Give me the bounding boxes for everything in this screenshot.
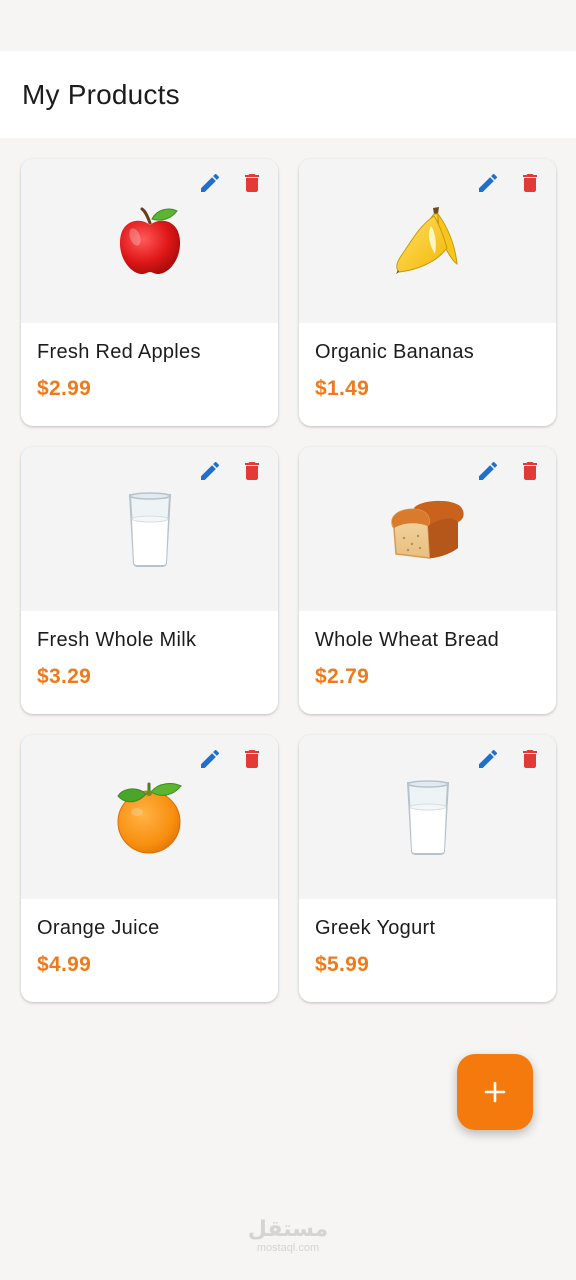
trash-icon: [245, 462, 259, 480]
pencil-icon: [479, 461, 498, 480]
edit-button[interactable]: [196, 169, 224, 197]
add-product-button[interactable]: [457, 1054, 533, 1130]
orange-icon: [116, 782, 182, 854]
card-actions: [474, 457, 544, 485]
trash-icon: [523, 750, 537, 768]
edit-button[interactable]: [474, 169, 502, 197]
trash-icon: [523, 174, 537, 192]
card-actions: [196, 169, 266, 197]
product-name: Orange Juice: [37, 917, 160, 939]
trash-icon: [245, 750, 259, 768]
product-card[interactable]: Whole Wheat Bread $2.79: [299, 447, 556, 714]
product-card[interactable]: Fresh Whole Milk $3.29: [21, 447, 278, 714]
delete-button[interactable]: [238, 457, 266, 485]
product-price: $5.99: [315, 953, 370, 976]
pencil-icon: [201, 749, 220, 768]
card-actions: [196, 457, 266, 485]
product-name: Greek Yogurt: [315, 917, 436, 939]
edit-button[interactable]: [196, 457, 224, 485]
card-body: Greek Yogurt $5.99: [299, 899, 556, 977]
product-image: [21, 447, 278, 611]
product-name: Fresh Whole Milk: [37, 629, 197, 651]
product-image: [299, 159, 556, 323]
app-bar: My Products: [0, 51, 576, 138]
pencil-icon: [479, 173, 498, 192]
card-body: Fresh Red Apples $2.99: [21, 323, 278, 401]
product-image: [299, 735, 556, 899]
bread-icon: [390, 500, 464, 559]
product-name: Organic Bananas: [315, 341, 475, 363]
product-price: $3.29: [37, 665, 92, 688]
trash-icon: [523, 462, 537, 480]
delete-button[interactable]: [516, 169, 544, 197]
edit-button[interactable]: [474, 457, 502, 485]
product-image: [299, 447, 556, 611]
card-actions: [196, 745, 266, 773]
product-price: $4.99: [37, 953, 92, 976]
milk-glass-icon: [406, 780, 449, 855]
product-image: [21, 735, 278, 899]
product-card[interactable]: Greek Yogurt $5.99: [299, 735, 556, 1002]
delete-button[interactable]: [238, 169, 266, 197]
product-name: Fresh Red Apples: [37, 341, 201, 363]
delete-button[interactable]: [516, 745, 544, 773]
trash-icon: [245, 174, 259, 192]
product-price: $2.99: [37, 377, 92, 400]
product-price: $2.79: [315, 665, 370, 688]
product-card[interactable]: Orange Juice $4.99: [21, 735, 278, 1002]
milk-glass-icon: [128, 492, 171, 567]
watermark: مستقل mostaql.com: [0, 1217, 576, 1255]
card-body: Organic Bananas $1.49: [299, 323, 556, 401]
apple-icon: [119, 207, 180, 275]
plus-icon: [484, 1081, 506, 1103]
delete-button[interactable]: [516, 457, 544, 485]
card-actions: [474, 745, 544, 773]
product-image: [21, 159, 278, 323]
watermark-arabic: مستقل: [247, 1217, 329, 1242]
card-body: Fresh Whole Milk $3.29: [21, 611, 278, 689]
banana-icon: [395, 207, 458, 274]
watermark-latin: mostaql.com: [256, 1242, 320, 1254]
product-name: Whole Wheat Bread: [315, 629, 500, 651]
pencil-icon: [201, 461, 220, 480]
pencil-icon: [201, 173, 220, 192]
product-card[interactable]: Organic Bananas $1.49: [299, 159, 556, 426]
delete-button[interactable]: [238, 745, 266, 773]
page-title: My Products: [22, 78, 180, 110]
card-body: Whole Wheat Bread $2.79: [299, 611, 556, 689]
edit-button[interactable]: [474, 745, 502, 773]
pencil-icon: [479, 749, 498, 768]
edit-button[interactable]: [196, 745, 224, 773]
card-body: Orange Juice $4.99: [21, 899, 278, 977]
product-price: $1.49: [315, 377, 370, 400]
product-card[interactable]: Fresh Red Apples $2.99: [21, 159, 278, 426]
products-screen: My Products Fresh Red Apples $2.99 Organ…: [0, 0, 576, 1280]
product-grid: Fresh Red Apples $2.99 Organic Bananas $…: [21, 159, 556, 1002]
card-actions: [474, 169, 544, 197]
